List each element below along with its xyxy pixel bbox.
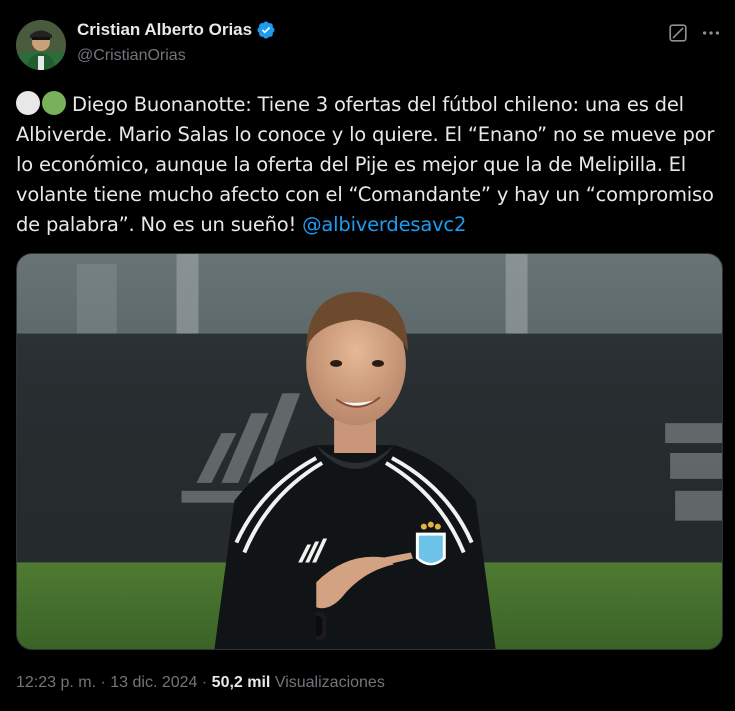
white-circle-emoji-icon [16,91,40,115]
tweet-date[interactable]: 13 dic. 2024 [110,674,197,691]
meta-separator: · [197,674,212,691]
tweet-card: Cristian Alberto Orias @CristianOrias Di… [0,0,735,711]
tweet-time[interactable]: 12:23 p. m. [16,674,96,691]
verified-badge-icon [257,21,275,39]
views-label: Visualizaciones [270,674,385,691]
author-name-text[interactable]: Cristian Alberto Orias [77,20,252,40]
tweet-text: Diego Buonanotte: Tiene 3 ofertas del fú… [16,90,722,240]
mention-link[interactable]: @albiverdesavc2 [302,213,466,236]
author-handle[interactable]: @CristianOrias [77,47,186,65]
grok-icon[interactable] [667,22,689,44]
views-count: 50,2 mil [211,674,271,691]
green-circle-emoji-icon [42,91,66,115]
author-name[interactable]: Cristian Alberto Orias [77,20,276,40]
player-photo [17,254,722,649]
tweet-meta: 12:23 p. m. · 13 dic. 2024 · 50,2 mil Vi… [16,674,385,692]
meta-separator: · [96,674,111,691]
avatar[interactable] [16,20,66,70]
more-icon[interactable] [700,22,722,44]
tweet-photo[interactable] [16,253,723,650]
avatar-image [16,20,66,70]
